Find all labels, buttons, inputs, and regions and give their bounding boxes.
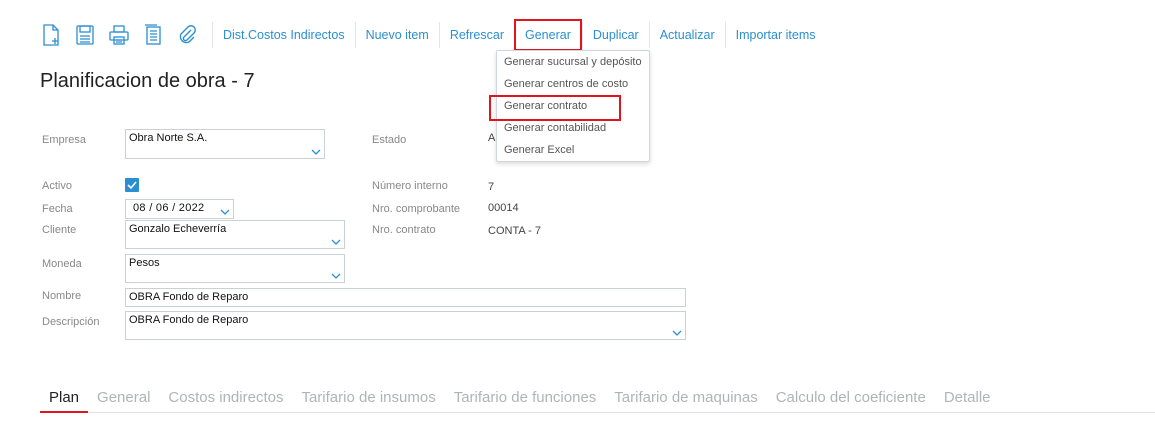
refrescar-button[interactable]: Refrescar [438,22,514,48]
report-icon[interactable] [142,23,164,47]
tab-tarifario-insumos[interactable]: Tarifario de insumos [292,386,444,413]
new-document-icon[interactable] [40,23,62,47]
numero-interno-value: 7 [488,181,495,193]
menu-item-generar-centros-costo[interactable]: Generar centros de costo [497,73,649,95]
menu-item-generar-contrato[interactable]: Generar contrato [489,95,649,121]
chevron-down-icon [311,149,321,155]
nombre-input[interactable]: OBRA Fondo de Reparo [125,288,686,307]
cliente-select[interactable]: Gonzalo Echeverría [125,220,345,249]
moneda-value: Pesos [129,257,160,269]
cliente-label: Cliente [42,224,77,236]
tab-general[interactable]: General [88,386,159,413]
cliente-value: Gonzalo Echeverría [129,223,227,235]
descripcion-value: OBRA Fondo de Reparo [129,314,249,326]
activo-checkbox[interactable] [125,178,139,192]
activo-label: Activo [42,180,72,192]
checkmark-icon [127,181,137,190]
tab-tarifario-funciones[interactable]: Tarifario de funciones [445,386,606,413]
descripcion-textarea[interactable]: OBRA Fondo de Reparo [125,311,686,340]
nombre-label: Nombre [42,290,82,302]
chevron-down-icon [331,239,341,245]
page-title: Planificacion de obra - 7 [40,70,255,92]
chevron-down-icon [220,209,230,215]
menu-item-generar-excel[interactable]: Generar Excel [497,139,649,161]
estado-value: A [488,132,496,144]
nro-contrato-value: CONTA - 7 [488,225,541,237]
fecha-label: Fecha [42,203,73,215]
descripcion-label: Descripción [42,316,100,328]
tab-bar: Plan General Costos indirectos Tarifario… [40,386,1155,413]
save-icon[interactable] [74,23,96,47]
tab-costos-indirectos[interactable]: Costos indirectos [159,386,292,413]
tab-calculo-coeficiente[interactable]: Calculo del coeficiente [767,386,935,413]
dist-costos-indirectos-button[interactable]: Dist.Costos Indirectos [212,22,355,48]
estado-label: Estado [372,134,407,146]
generar-button[interactable]: Generar [514,19,582,51]
menu-item-generar-contabilidad[interactable]: Generar contabilidad [497,117,649,139]
empresa-select[interactable]: Obra Norte S.A. [125,129,325,159]
empresa-label: Empresa [42,134,87,146]
menu-item-generar-sucursal[interactable]: Generar sucursal y depósito [497,51,649,73]
moneda-select[interactable]: Pesos [125,254,345,283]
actualizar-button[interactable]: Actualizar [648,22,725,48]
tab-detalle[interactable]: Detalle [935,386,1000,413]
empresa-value: Obra Norte S.A. [129,132,208,144]
numero-interno-label: Número interno [372,180,448,192]
tab-tarifario-maquinas[interactable]: Tarifario de maquinas [605,386,766,413]
print-icon[interactable] [108,23,130,47]
moneda-label: Moneda [42,258,82,270]
chevron-down-icon [672,330,682,336]
fecha-date-input[interactable]: 08 / 06 / 2022 [125,199,234,219]
fecha-value: 08 / 06 / 2022 [133,202,205,214]
nro-contrato-label: Nro. contrato [372,224,436,236]
chevron-down-icon [331,273,341,279]
nuevo-item-button[interactable]: Nuevo item [354,22,439,48]
duplicar-button[interactable]: Duplicar [581,22,649,48]
nro-comprobante-label: Nro. comprobante [372,203,461,215]
tab-plan[interactable]: Plan [40,386,89,413]
nro-comprobante-value: 00014 [488,202,519,214]
importar-items-button[interactable]: Importar items [724,22,826,48]
toolbar: Dist.Costos Indirectos Nuevo item Refres… [40,19,826,51]
attach-icon[interactable] [176,23,198,47]
generar-dropdown-menu: Generar sucursal y depósito Generar cent… [489,50,650,162]
nombre-value: OBRA Fondo de Reparo [129,291,249,303]
